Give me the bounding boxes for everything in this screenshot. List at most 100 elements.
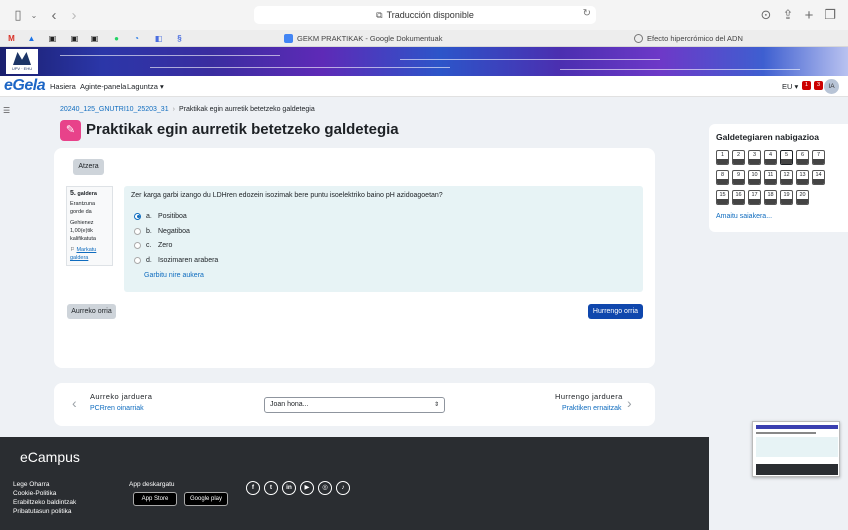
prev-page-button[interactable]: Aurreko orria [67, 304, 116, 319]
course-index-icon[interactable]: ☰ [3, 106, 10, 115]
download-icon[interactable]: ⊙ [758, 7, 774, 23]
option-letter: d. [146, 256, 152, 264]
gmail-icon[interactable]: M [6, 33, 17, 44]
quiz-nav-number: 3 [752, 152, 757, 158]
next-page-button[interactable]: Hurrengo orria [588, 304, 643, 319]
tab-overview-icon[interactable]: ❐ [822, 7, 838, 23]
radio-a[interactable] [134, 212, 141, 220]
footer-link-legal[interactable]: Lege Oharra [13, 481, 50, 488]
breadcrumb-course[interactable]: 20240_125_GNUTRI10_25203_31 [60, 106, 169, 113]
back-button[interactable]: Atzera [73, 159, 104, 175]
jump-to-select[interactable]: Joan hona... ⇕ [264, 397, 445, 413]
chevron-down-icon[interactable]: ⌄ [26, 7, 42, 23]
quiz-nav-question-9[interactable]: 9 [732, 170, 745, 185]
chevron-right-icon[interactable]: › [627, 395, 632, 411]
flag-question[interactable]: ⚐ Markatu galdera [70, 246, 109, 262]
facebook-icon[interactable]: f [246, 481, 260, 495]
breadcrumb-current: Praktikak egin aurretik betetzeko galdet… [178, 106, 315, 113]
quiz-nav-question-8[interactable]: 8 [716, 170, 729, 185]
reload-icon[interactable]: ↻ [583, 8, 591, 19]
bookmark-3-icon[interactable]: ▣ [89, 33, 100, 44]
tiktok-icon[interactable]: ♪ [336, 481, 350, 495]
question-marks: Gehienez 1,00(e)tik kalifikatuta [70, 220, 96, 242]
bookmark-4-icon[interactable]: ◔ [131, 33, 142, 44]
bookmark-5-icon[interactable]: ◧ [153, 33, 164, 44]
avatar[interactable]: IA [824, 79, 839, 94]
screenshot-thumbnail[interactable] [752, 421, 840, 477]
linkedin-icon[interactable]: in [282, 481, 296, 495]
quiz-nav-question-4[interactable]: 4 [764, 150, 777, 165]
radio-c[interactable] [134, 241, 141, 249]
instagram-icon[interactable]: ◎ [318, 481, 332, 495]
breadcrumb: 20240_125_GNUTRI10_25203_31 › Praktikak eg… [60, 106, 315, 113]
quiz-nav-question-20[interactable]: 20 [796, 190, 809, 205]
quiz-icon: ✎ [60, 120, 81, 141]
quiz-nav-question-19[interactable]: 19 [780, 190, 793, 205]
clear-choice-link[interactable]: Garbitu nire aukera [144, 272, 204, 279]
bookmark-1-icon[interactable]: ▣ [47, 33, 58, 44]
option-c[interactable]: c. Zero [134, 240, 172, 250]
quiz-nav-question-11[interactable]: 11 [764, 170, 777, 185]
translate-icon[interactable]: ⧉ [376, 10, 382, 21]
prev-activity-heading: Aurreko jarduera [90, 392, 153, 401]
forward-icon[interactable]: › [66, 7, 82, 24]
quiz-nav-question-3[interactable]: 3 [748, 150, 761, 165]
chevron-left-icon[interactable]: ‹ [72, 395, 77, 411]
messages-icon[interactable]: 3 [814, 81, 823, 90]
youtube-icon[interactable]: ▶ [300, 481, 314, 495]
option-d[interactable]: d. Isozimaren arabera [134, 255, 218, 265]
quiz-nav-question-17[interactable]: 17 [748, 190, 761, 205]
tab-efecto-hipercromico[interactable]: Efecto hipercrómico del ADN [634, 30, 743, 47]
quiz-nav-question-13[interactable]: 13 [796, 170, 809, 185]
new-tab-icon[interactable]: + [801, 7, 817, 24]
quiz-nav-question-7[interactable]: 7 [812, 150, 825, 165]
option-b[interactable]: b. Negatiboa [134, 226, 190, 236]
quiz-nav-question-14[interactable]: 14 [812, 170, 825, 185]
app-store-badge[interactable]: App Store [133, 492, 177, 506]
nav-dashboard[interactable]: Aginte-panela [80, 82, 126, 91]
upv-ehu-logo[interactable]: UPV · EHU [6, 49, 38, 74]
option-letter: a. [146, 212, 152, 220]
twitter-icon[interactable]: t [264, 481, 278, 495]
quiz-nav-number: 14 [815, 172, 822, 178]
nav-home[interactable]: Hasiera [50, 82, 76, 91]
quiz-nav-question-18[interactable]: 18 [764, 190, 777, 205]
quiz-nav-question-2[interactable]: 2 [732, 150, 745, 165]
bookmark-2-icon[interactable]: ▣ [69, 33, 80, 44]
drive-icon[interactable]: ▲ [26, 33, 37, 44]
footer-link-privacy[interactable]: Pribatutasun politika [13, 508, 72, 515]
quiz-nav-question-15[interactable]: 15 [716, 190, 729, 205]
language-label: EU [782, 82, 793, 91]
site-footer: eCampus Lege Oharra Cookie-Politika Erab… [0, 437, 709, 530]
tab-google-docs[interactable]: GEKM PRAKTIKAK - Google Dokumentuak [284, 30, 442, 47]
option-a[interactable]: a. Positiboa [134, 211, 187, 221]
footer-link-cookies[interactable]: Cookie-Politika [13, 490, 56, 497]
google-play-badge[interactable]: Google play [184, 492, 228, 506]
share-icon[interactable]: ⇪ [780, 7, 796, 23]
quiz-nav-question-1[interactable]: 1 [716, 150, 729, 165]
quiz-nav-question-12[interactable]: 12 [780, 170, 793, 185]
quiz-nav-question-10[interactable]: 10 [748, 170, 761, 185]
radio-d[interactable] [134, 256, 141, 264]
quiz-nav-number: 4 [768, 152, 773, 158]
browser-toolbar: ▯ ⌄ ‹ › ⧉ Traducción disponible ↻ ⊙ ⇪ + … [0, 0, 848, 30]
back-icon[interactable]: ‹ [46, 7, 62, 24]
radio-b[interactable] [134, 227, 141, 235]
bookmark-6-icon[interactable]: § [174, 33, 185, 44]
sidebar-icon[interactable]: ▯ [10, 7, 26, 23]
nav-help[interactable]: Laguntza ▾ [127, 82, 164, 91]
egela-brand[interactable]: eGela [4, 77, 46, 95]
finish-attempt-link[interactable]: Amaitu saiakera... [716, 213, 772, 220]
whatsapp-icon[interactable]: ● [111, 33, 122, 44]
footer-link-terms[interactable]: Erabiltzeko baldintzak [13, 499, 76, 506]
quiz-nav-question-6[interactable]: 6 [796, 150, 809, 165]
language-menu[interactable]: EU ▾ [782, 82, 798, 91]
quiz-nav-question-16[interactable]: 16 [732, 190, 745, 205]
prev-activity-link[interactable]: PCRren oinarriak [90, 405, 144, 412]
quiz-nav-number: 10 [751, 172, 758, 178]
address-bar[interactable]: ⧉ Traducción disponible ↻ [254, 6, 596, 24]
quiz-nav-number: 12 [783, 172, 790, 178]
quiz-nav-question-5[interactable]: 5 [780, 150, 793, 165]
notifications-icon[interactable]: 1 [802, 81, 811, 90]
next-activity-link[interactable]: Praktiken ernaitzak [562, 405, 622, 412]
